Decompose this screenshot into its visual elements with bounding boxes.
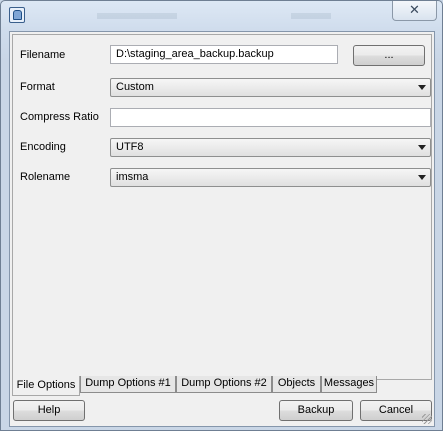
tab-messages[interactable]: Messages <box>321 376 377 393</box>
format-selected-value: Custom <box>116 81 154 93</box>
tab-dump-options-2[interactable]: Dump Options #2 <box>176 376 272 393</box>
tab-dump-options-1[interactable]: Dump Options #1 <box>80 376 176 393</box>
encoding-select[interactable]: UTF8 <box>110 138 431 157</box>
chevron-down-icon <box>418 145 426 150</box>
encoding-selected-value: UTF8 <box>116 141 144 153</box>
backup-dialog-window: ✕ Filename D:\staging_area_backup.backup… <box>0 0 443 431</box>
compress-ratio-input[interactable] <box>110 108 431 127</box>
backup-button[interactable]: Backup <box>279 400 353 421</box>
chevron-down-icon <box>418 85 426 90</box>
format-select[interactable]: Custom <box>110 78 431 97</box>
filename-label: Filename <box>20 49 66 61</box>
encoding-label: Encoding <box>20 141 66 153</box>
close-button[interactable]: ✕ <box>392 1 437 21</box>
rolename-label: Rolename <box>20 171 71 183</box>
format-label: Format <box>20 81 55 93</box>
rolename-select[interactable]: imsma <box>110 168 431 187</box>
tab-objects[interactable]: Objects <box>272 376 321 393</box>
filename-input[interactable]: D:\staging_area_backup.backup <box>110 45 338 64</box>
help-button[interactable]: Help <box>13 400 85 421</box>
chevron-down-icon <box>418 175 426 180</box>
background-window-ghost <box>91 3 351 29</box>
compress-ratio-label: Compress Ratio <box>20 111 99 123</box>
app-database-icon <box>9 7 25 23</box>
rolename-selected-value: imsma <box>116 171 149 183</box>
tab-file-options[interactable]: File Options <box>12 376 80 396</box>
resize-grip[interactable] <box>422 414 432 424</box>
file-options-panel: Filename D:\staging_area_backup.backup .… <box>12 34 432 380</box>
dialog-client-area: Filename D:\staging_area_backup.backup .… <box>9 31 435 427</box>
browse-button[interactable]: ... <box>353 45 425 66</box>
